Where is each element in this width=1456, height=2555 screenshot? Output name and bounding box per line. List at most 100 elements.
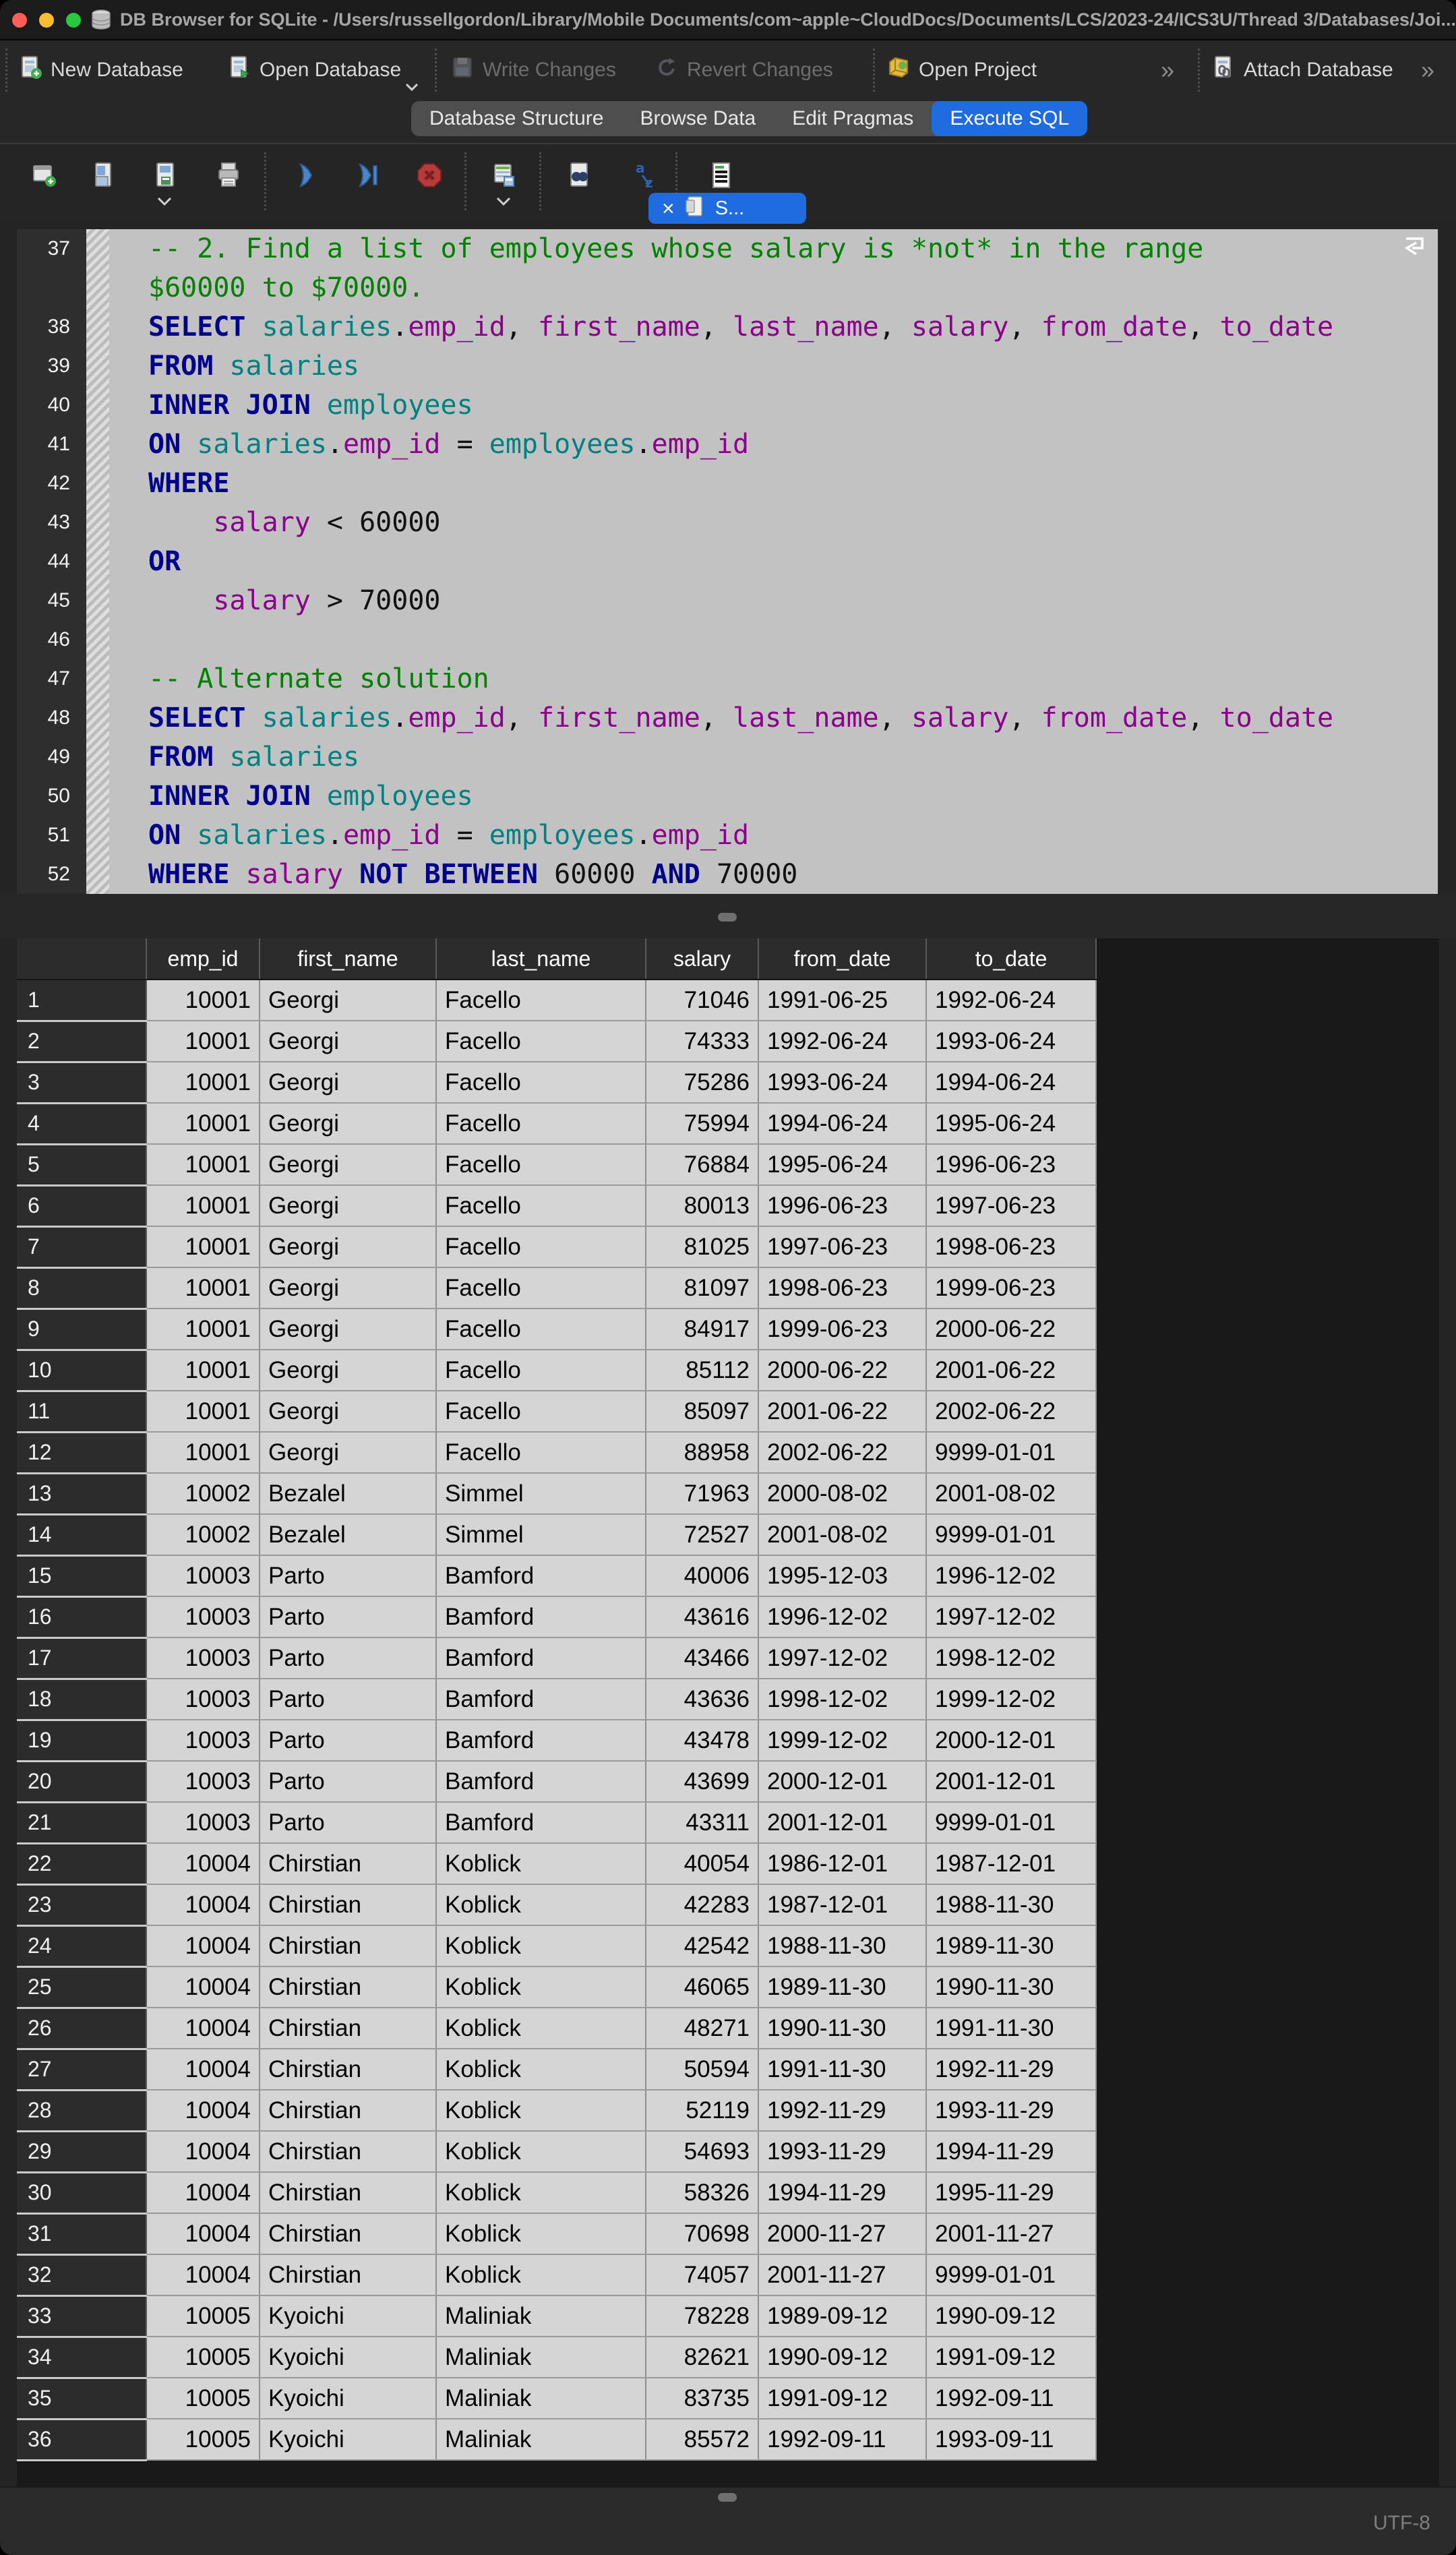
table-row[interactable]: 510001GeorgiFacello768841995-06-241996-0…: [17, 1144, 1096, 1185]
new-sql-tab-icon[interactable]: [28, 160, 58, 190]
table-row[interactable]: 210001GeorgiFacello743331992-06-241993-0…: [17, 1021, 1096, 1062]
table-cell[interactable]: 1994-11-29: [926, 2131, 1096, 2172]
table-cell[interactable]: 85112: [646, 1350, 758, 1391]
table-cell[interactable]: 2001-08-02: [758, 1514, 926, 1555]
table-cell[interactable]: 1998-06-23: [758, 1267, 926, 1309]
table-cell[interactable]: Parto: [260, 1761, 436, 1802]
table-row[interactable]: 3510005KyoichiMaliniak837351991-09-12199…: [17, 2378, 1096, 2419]
table-cell[interactable]: Facello: [436, 1144, 646, 1185]
table-cell[interactable]: 10003: [146, 1596, 260, 1637]
row-number[interactable]: 18: [17, 1679, 146, 1720]
table-cell[interactable]: Facello: [436, 1062, 646, 1103]
table-row[interactable]: 1310002BezalelSimmel719632000-08-022001-…: [17, 1473, 1096, 1514]
table-cell[interactable]: Georgi: [260, 1021, 436, 1062]
table-cell[interactable]: 83735: [646, 2378, 758, 2419]
table-cell[interactable]: 74057: [646, 2254, 758, 2295]
row-number[interactable]: 12: [17, 1432, 146, 1473]
table-row[interactable]: 1910003PartoBamford434781999-12-022000-1…: [17, 1720, 1096, 1761]
table-row[interactable]: 110001GeorgiFacello710461991-06-251992-0…: [17, 980, 1096, 1021]
table-row[interactable]: 3610005KyoichiMaliniak855721992-09-11199…: [17, 2419, 1096, 2460]
table-cell[interactable]: Maliniak: [436, 2378, 646, 2419]
table-cell[interactable]: 10001: [146, 980, 260, 1021]
row-number[interactable]: 2: [17, 1021, 146, 1062]
table-row[interactable]: 310001GeorgiFacello752861993-06-241994-0…: [17, 1062, 1096, 1103]
table-cell[interactable]: Bezalel: [260, 1473, 436, 1514]
table-row[interactable]: 2510004ChirstianKoblick460651989-11-3019…: [17, 1966, 1096, 2008]
table-cell[interactable]: 10004: [146, 1966, 260, 2008]
table-cell[interactable]: Koblick: [436, 2090, 646, 2131]
table-cell[interactable]: 10004: [146, 2172, 260, 2213]
row-number[interactable]: 23: [17, 1884, 146, 1925]
row-number[interactable]: 11: [17, 1391, 146, 1432]
table-cell[interactable]: 1998-06-23: [926, 1226, 1096, 1267]
splitter-grip[interactable]: [718, 913, 737, 922]
table-cell[interactable]: 2001-12-01: [926, 1761, 1096, 1802]
table-cell[interactable]: 85097: [646, 1391, 758, 1432]
table-row[interactable]: 1510003PartoBamford400061995-12-031996-1…: [17, 1555, 1096, 1596]
column-header-first_name[interactable]: first_name: [260, 938, 436, 980]
table-cell[interactable]: Bamford: [436, 1596, 646, 1637]
table-row[interactable]: 2610004ChirstianKoblick482711990-11-3019…: [17, 2008, 1096, 2049]
table-cell[interactable]: 1999-06-23: [758, 1309, 926, 1350]
table-cell[interactable]: 1989-11-30: [758, 1966, 926, 2008]
table-cell[interactable]: Kyoichi: [260, 2378, 436, 2419]
table-cell[interactable]: 1992-06-24: [926, 980, 1096, 1021]
table-row[interactable]: 2410004ChirstianKoblick425421988-11-3019…: [17, 1925, 1096, 1966]
table-cell[interactable]: Parto: [260, 1555, 436, 1596]
table-cell[interactable]: Maliniak: [436, 2295, 646, 2337]
table-cell[interactable]: 1995-06-24: [926, 1103, 1096, 1144]
table-cell[interactable]: 1991-11-30: [758, 2049, 926, 2090]
table-cell[interactable]: 1989-11-30: [926, 1925, 1096, 1966]
table-cell[interactable]: Bamford: [436, 1555, 646, 1596]
new-database-button[interactable]: New Database: [18, 40, 183, 100]
table-cell[interactable]: 2000-12-01: [926, 1720, 1096, 1761]
table-cell[interactable]: 75286: [646, 1062, 758, 1103]
table-cell[interactable]: 10001: [146, 1185, 260, 1226]
table-row[interactable]: 610001GeorgiFacello800131996-06-231997-0…: [17, 1185, 1096, 1226]
table-cell[interactable]: 10001: [146, 1144, 260, 1185]
table-cell[interactable]: 1997-12-02: [758, 1637, 926, 1679]
table-cell[interactable]: 1994-06-24: [926, 1062, 1096, 1103]
table-cell[interactable]: 1999-12-02: [758, 1720, 926, 1761]
table-row[interactable]: 3010004ChirstianKoblick583261994-11-2919…: [17, 2172, 1096, 2213]
attach-database-button[interactable]: Attach Database: [1211, 40, 1393, 100]
table-cell[interactable]: Chirstian: [260, 2254, 436, 2295]
table-cell[interactable]: 2001-11-27: [758, 2254, 926, 2295]
table-cell[interactable]: Georgi: [260, 980, 436, 1021]
table-cell[interactable]: Facello: [436, 1267, 646, 1309]
table-cell[interactable]: Facello: [436, 1432, 646, 1473]
stop-icon[interactable]: [415, 160, 444, 190]
table-cell[interactable]: 1991-11-30: [926, 2008, 1096, 2049]
table-cell[interactable]: 71046: [646, 980, 758, 1021]
table-cell[interactable]: Parto: [260, 1596, 436, 1637]
table-cell[interactable]: 1993-11-29: [926, 2090, 1096, 2131]
table-cell[interactable]: 1989-09-12: [758, 2295, 926, 2337]
table-cell[interactable]: Facello: [436, 980, 646, 1021]
export-icon[interactable]: [489, 160, 519, 190]
table-cell[interactable]: 42283: [646, 1884, 758, 1925]
row-number[interactable]: 35: [17, 2378, 146, 2419]
table-cell[interactable]: Kyoichi: [260, 2337, 436, 2378]
table-cell[interactable]: 1995-06-24: [758, 1144, 926, 1185]
row-number[interactable]: 21: [17, 1802, 146, 1843]
sql-file-tab[interactable]: × S...: [648, 193, 806, 224]
table-cell[interactable]: 10004: [146, 2090, 260, 2131]
table-cell[interactable]: 10004: [146, 1925, 260, 1966]
table-row[interactable]: 3310005KyoichiMaliniak782281989-09-12199…: [17, 2295, 1096, 2337]
table-cell[interactable]: 1991-09-12: [926, 2337, 1096, 2378]
table-cell[interactable]: 10002: [146, 1514, 260, 1555]
find-icon[interactable]: [564, 160, 594, 190]
table-cell[interactable]: 1997-06-23: [758, 1226, 926, 1267]
table-cell[interactable]: Georgi: [260, 1103, 436, 1144]
table-cell[interactable]: Bamford: [436, 1761, 646, 1802]
row-number[interactable]: 31: [17, 2213, 146, 2254]
table-cell[interactable]: 75994: [646, 1103, 758, 1144]
table-cell[interactable]: 82621: [646, 2337, 758, 2378]
row-number[interactable]: 10: [17, 1350, 146, 1391]
table-cell[interactable]: 54693: [646, 2131, 758, 2172]
open-database-button[interactable]: Open Database: [227, 40, 401, 100]
table-cell[interactable]: Georgi: [260, 1062, 436, 1103]
table-cell[interactable]: 1998-12-02: [926, 1637, 1096, 1679]
table-cell[interactable]: Facello: [436, 1185, 646, 1226]
tab-edit-pragmas[interactable]: Edit Pragmas: [774, 101, 932, 136]
